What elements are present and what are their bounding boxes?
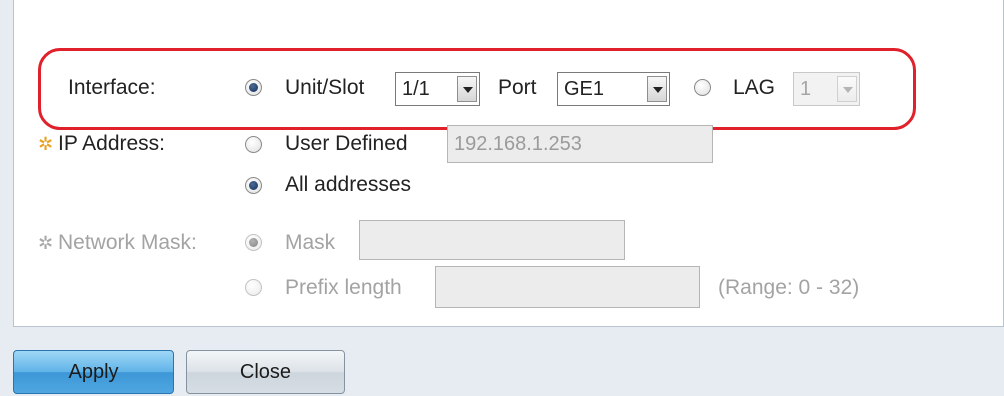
prefix-length-radio[interactable] <box>245 279 262 296</box>
prefix-length-input[interactable] <box>435 266 700 308</box>
gear-icon: ✲ <box>38 134 54 154</box>
all-addresses-label: All addresses <box>285 173 412 196</box>
gear-icon: ✲ <box>38 233 54 253</box>
unit-slot-select[interactable]: 1/1 <box>395 72 480 106</box>
user-defined-radio[interactable] <box>245 136 262 153</box>
apply-button[interactable]: Apply <box>13 350 174 394</box>
mask-input[interactable] <box>359 220 625 260</box>
ip-address-label: IP Address: <box>58 132 166 155</box>
unit-slot-radio[interactable] <box>245 79 262 96</box>
lag-label: LAG <box>733 76 776 99</box>
close-button[interactable]: Close <box>186 350 345 394</box>
port-select[interactable]: GE1 <box>557 72 670 106</box>
port-value: GE1 <box>564 78 605 100</box>
lag-select[interactable]: 1 <box>793 72 860 106</box>
unit-slot-value: 1/1 <box>402 78 430 100</box>
chevron-down-icon[interactable] <box>647 76 667 102</box>
lag-radio[interactable] <box>694 79 711 96</box>
mask-radio[interactable] <box>245 234 262 251</box>
chevron-down-icon[interactable] <box>457 76 477 102</box>
user-defined-label: User Defined <box>285 132 408 155</box>
ip-address-input[interactable]: 192.168.1.253 <box>447 125 713 163</box>
network-mask-label: Network Mask: <box>58 231 197 254</box>
unit-slot-label: Unit/Slot <box>285 76 365 99</box>
chevron-down-icon[interactable] <box>837 76 857 102</box>
ip-address-value: 192.168.1.253 <box>454 133 582 155</box>
range-hint: (Range: 0 - 32) <box>718 276 860 299</box>
prefix-length-label: Prefix length <box>285 276 402 299</box>
all-addresses-radio[interactable] <box>245 177 262 194</box>
interface-label: Interface: <box>68 76 156 99</box>
lag-value: 1 <box>800 78 812 100</box>
mask-label: Mask <box>285 231 336 254</box>
port-label: Port <box>498 76 537 99</box>
